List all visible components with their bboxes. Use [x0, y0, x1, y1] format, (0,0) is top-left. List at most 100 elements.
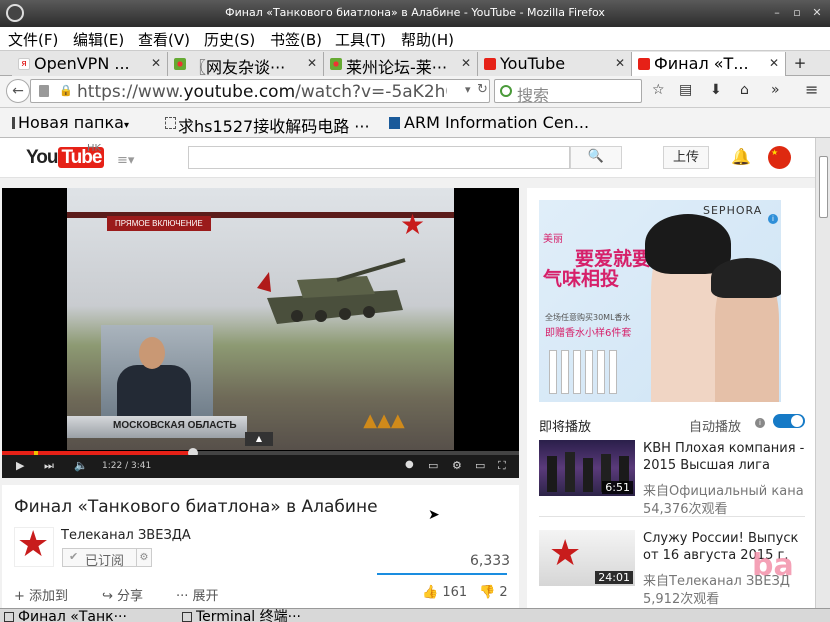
up-next-label: 即将播放 [539, 420, 592, 435]
share-label: 分享 [117, 589, 144, 604]
video-player[interactable]: ПРЯМОЕ ВКЛЮЧЕНИЕ ★ МОСКОВСКАЯ ОБЛАСТЬ ▲▲… [2, 188, 519, 478]
notifications-bell-icon[interactable]: 🔔 [731, 147, 751, 166]
ad-subtext-1: 全场任意购买30ML香水 [545, 313, 631, 322]
os-taskbar: Финал «Танк··· Terminal 终端··· [0, 608, 830, 622]
search-engine-icon[interactable] [500, 85, 512, 97]
reload-icon[interactable]: ↻ [477, 82, 488, 97]
url-bar[interactable]: 🔒 https://www.youtube.com/watch?v=-5aK2h… [30, 79, 490, 103]
menu-edit[interactable]: 编辑(E) [73, 29, 124, 50]
upload-button[interactable]: 上传 [663, 146, 709, 169]
tab-close-icon[interactable]: ✕ [615, 56, 625, 70]
more-button[interactable]: ··· 展开 [176, 585, 219, 604]
tab-close-icon[interactable]: ✕ [461, 56, 471, 70]
menu-view[interactable]: 查看(V) [138, 29, 190, 50]
menu-bookmarks[interactable]: 书签(B) [270, 29, 322, 50]
bookmark-star-icon[interactable]: ☆ [652, 82, 665, 98]
taskbar-item-firefox[interactable]: Финал «Танк··· [18, 609, 127, 622]
menu-bar: 文件(F) 编辑(E) 查看(V) 历史(S) 书签(B) 工具(T) 帮助(H… [0, 27, 830, 51]
search-bar[interactable]: 搜索 [494, 79, 642, 106]
add-to-button[interactable]: + 添加到 [14, 585, 68, 604]
tab-close-icon[interactable]: ✕ [769, 56, 779, 70]
search-input[interactable]: 搜索 [517, 82, 549, 106]
tab-close-icon[interactable]: ✕ [151, 56, 161, 70]
play-icon[interactable]: ▶ [16, 459, 24, 472]
back-button[interactable]: ← [6, 79, 30, 103]
tab-forum-1[interactable]: 〖网友杂谈··· ✕ [168, 52, 324, 76]
youtube-search-input[interactable] [188, 146, 570, 169]
lock-icon: 🔒 [59, 84, 73, 97]
forum-favicon-icon [330, 58, 342, 70]
window-title: Финал «Танкового биатлона» в Алабине - Y… [225, 6, 605, 19]
divider [539, 516, 805, 517]
sephora-ad[interactable]: SEPHORA 美丽 要爱就要 气味相投 全场任意购买30ML香水 即赠香水小样… [539, 200, 781, 402]
video-frame[interactable]: ПРЯМОЕ ВКЛЮЧЕНИЕ ★ МОСКОВСКАЯ ОБЛАСТЬ ▲▲… [67, 188, 454, 450]
annotations-icon[interactable]: ● [405, 459, 414, 470]
dropdown-icon[interactable]: ▾ [465, 83, 471, 96]
autoplay-toggle[interactable] [773, 414, 805, 428]
video-duration: 24:01 [595, 571, 633, 584]
live-label: ПРЯМОЕ ВКЛЮЧЕНИЕ [107, 216, 211, 231]
new-tab-button[interactable]: + [790, 53, 810, 73]
ad-info-icon[interactable]: i [768, 214, 778, 224]
dislike-button[interactable]: 👎 2 [479, 585, 508, 600]
tank-image [257, 258, 406, 324]
menu-file[interactable]: 文件(F) [8, 29, 58, 50]
guide-menu-icon[interactable]: ≡▾ [117, 153, 134, 168]
ad-brand: SEPHORA [703, 204, 763, 217]
time-display: 1:22 / 3:41 [102, 461, 152, 471]
reading-list-icon[interactable]: ▤ [679, 82, 692, 98]
tab-openvpn[interactable]: я OpenVPN ... ✕ [12, 52, 168, 76]
next-icon[interactable]: ⏭ [44, 459, 54, 473]
tab-youtube[interactable]: YouTube ✕ [478, 52, 632, 76]
bookmark-folder[interactable]: Новая папка▾ [18, 113, 129, 132]
autoplay-info-icon[interactable]: i [755, 418, 765, 428]
theater-mode-icon[interactable]: ▭ [475, 459, 485, 472]
related-title[interactable]: КВН Плохая компания - 2015 Высшая лига [643, 440, 815, 474]
subscribed-button[interactable]: ✔ 已订阅 ⚙ [62, 548, 152, 569]
maximize-icon[interactable]: ▫ [790, 7, 804, 19]
fullscreen-icon[interactable]: ⛶ [498, 459, 506, 473]
window-switcher-icon[interactable] [4, 612, 14, 622]
bookmark-arm[interactable]: ARM Information Cen... [404, 113, 589, 132]
subtitles-icon[interactable]: ▭ [428, 459, 438, 472]
channel-avatar[interactable]: ★ [14, 525, 54, 567]
video-thumbnail[interactable]: ★ 24:01 [539, 530, 635, 586]
taskbar-item-terminal[interactable]: Terminal 终端··· [196, 609, 301, 622]
expand-up-icon[interactable]: ▲ [245, 432, 273, 446]
related-channel: 来自Официальный кана [643, 484, 804, 499]
perfume-bottle [573, 350, 581, 394]
related-video-1[interactable]: 6:51 КВН Плохая компания - 2015 Высшая л… [539, 440, 815, 517]
autoplay-label: 自动播放 [689, 420, 742, 435]
ad-man-image [711, 258, 781, 402]
youtube-search-button[interactable]: 🔍 [570, 146, 622, 169]
bookmark-hs1527[interactable]: 求hs1527接收解码电路 ··· [178, 113, 370, 137]
hamburger-menu-icon[interactable]: ≡ [805, 80, 818, 99]
tab-close-icon[interactable]: ✕ [307, 56, 317, 70]
ad-tag: 美丽 [543, 234, 563, 245]
channel-name[interactable]: Телеканал ЗВЕЗДА [61, 528, 191, 543]
minimize-icon[interactable]: – [770, 7, 784, 19]
tab-forum-2[interactable]: 莱州论坛-莱··· ✕ [324, 52, 478, 76]
overflow-icon[interactable]: » [771, 82, 780, 98]
page-scrollbar[interactable] [815, 138, 830, 608]
tab-active-video[interactable]: Финал «Т... ✕ [632, 52, 786, 76]
dislike-count: 2 [499, 585, 508, 600]
like-button[interactable]: 👍 161 [422, 585, 467, 600]
avatar[interactable]: ★ [768, 146, 791, 169]
menu-history[interactable]: 历史(S) [204, 29, 255, 50]
download-icon[interactable]: ⬇ [710, 82, 722, 98]
share-button[interactable]: ↪ 分享 [102, 585, 143, 604]
scrollbar-thumb[interactable] [819, 156, 828, 218]
home-icon[interactable]: ⌂ [740, 82, 749, 98]
settings-gear-icon[interactable]: ⚙ [452, 459, 462, 472]
close-icon[interactable]: ✕ [810, 7, 824, 19]
video-thumbnail[interactable]: 6:51 [539, 440, 635, 496]
menu-help[interactable]: 帮助(H) [401, 29, 454, 50]
perfume-bottle [561, 350, 569, 394]
subscription-settings-icon[interactable]: ⚙ [136, 549, 151, 566]
related-views: 5,912次观看 [643, 592, 720, 607]
volume-icon[interactable]: 🔈 [74, 459, 88, 472]
mouse-cursor-icon: ➤ [428, 507, 440, 523]
menu-tools[interactable]: 工具(T) [335, 29, 386, 50]
add-to-label: 添加到 [29, 589, 69, 604]
